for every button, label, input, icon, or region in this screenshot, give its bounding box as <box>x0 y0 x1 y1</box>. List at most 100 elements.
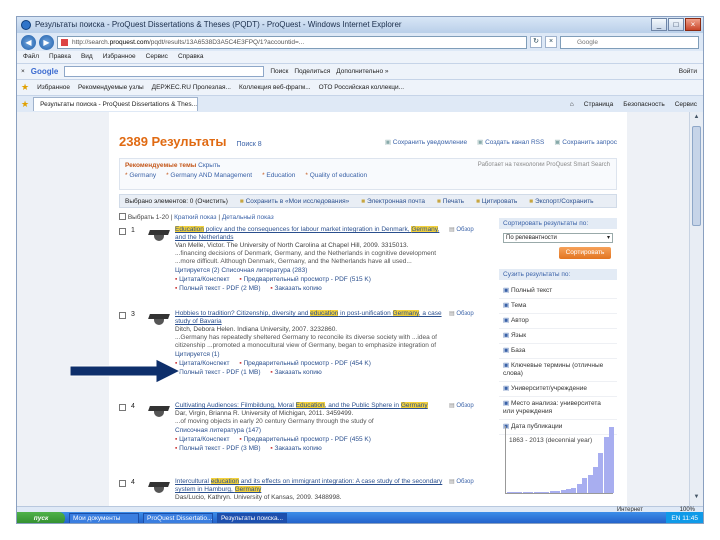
recommended-toggle[interactable]: Скрыть <box>198 162 220 169</box>
recommended-item[interactable]: Germany <box>125 172 156 179</box>
recommended-item[interactable]: Germany AND Management <box>166 172 252 179</box>
citation-link[interactable]: Цитата/Конспект <box>175 276 230 283</box>
histogram-bar[interactable] <box>582 478 588 493</box>
order-copy-link[interactable]: Заказать копию <box>270 445 321 452</box>
result-checkbox[interactable] <box>119 404 126 411</box>
histogram-bar[interactable] <box>571 487 577 493</box>
facet-language[interactable]: Язык <box>499 329 617 344</box>
page-menu[interactable]: Страница <box>584 101 613 108</box>
start-button[interactable]: пуск <box>17 512 65 523</box>
close-button[interactable]: × <box>685 18 701 31</box>
select-all-checkbox[interactable] <box>119 213 126 220</box>
histogram-bar[interactable] <box>549 491 555 493</box>
histogram-bar[interactable] <box>587 474 593 493</box>
citation-link[interactable]: Цитата/Конспект <box>175 360 230 367</box>
vertical-scrollbar[interactable]: ▲ ▼ <box>689 112 703 506</box>
histogram-bar[interactable] <box>609 427 615 493</box>
selected-count[interactable]: Выбрано элементов: 0 (Очистить) <box>125 198 228 205</box>
menu-favorites[interactable]: Избранное <box>103 51 136 63</box>
date-histogram[interactable] <box>505 426 615 494</box>
address-bar[interactable]: http://search.proquest.com/pqdt/results/… <box>57 35 527 49</box>
menu-file[interactable]: Файл <box>23 51 39 63</box>
result-title[interactable]: Intercultural education and its effects … <box>175 478 443 494</box>
citation-link[interactable]: Цитата/Конспект <box>175 436 230 443</box>
favorite-item[interactable]: ДЕРЖЕС.RU Пролезлая... <box>152 84 231 91</box>
scroll-thumb[interactable] <box>692 126 701 226</box>
result-title[interactable]: Hobbies to tradition? Citizenship, diver… <box>175 310 443 326</box>
back-button[interactable]: ◀ <box>21 34 36 50</box>
menu-tools[interactable]: Сервис <box>146 51 168 63</box>
result-cite-icon[interactable]: Обзор <box>449 310 473 317</box>
histogram-bar[interactable] <box>603 436 609 493</box>
histogram-bar[interactable] <box>522 492 528 493</box>
result-cite-icon[interactable]: Обзор <box>449 402 473 409</box>
fulltext-link[interactable]: Полный текст - PDF (1 MB) <box>175 369 261 376</box>
histogram-bar[interactable] <box>517 492 523 493</box>
google-signin-button[interactable]: Войти <box>679 68 703 75</box>
favorite-item[interactable]: Рекомендуемые узлы <box>78 84 144 91</box>
facet-database[interactable]: База <box>499 344 617 359</box>
result-title[interactable]: Education policy and the consequences fo… <box>175 226 443 242</box>
safety-menu[interactable]: Безопасность <box>623 101 664 108</box>
result-cited[interactable]: Цитируется (1) <box>175 351 443 359</box>
refresh-icon[interactable]: ↻ <box>530 36 542 48</box>
cite-button[interactable]: Цитировать <box>476 198 518 205</box>
histogram-bar[interactable] <box>560 490 566 493</box>
save-search-link[interactable]: Сохранить запрос <box>554 138 617 146</box>
fulltext-link[interactable]: Полный текст - PDF (3 MB) <box>175 445 261 452</box>
histogram-bar[interactable] <box>576 483 582 493</box>
email-button[interactable]: Электронная почта <box>361 198 425 205</box>
preview-link[interactable]: Предварительный просмотр - PDF (454 K) <box>239 360 371 367</box>
browser-tab[interactable]: Результаты поиска - ProQuest Dissertatio… <box>33 97 199 111</box>
menu-view[interactable]: Вид <box>81 51 93 63</box>
order-copy-link[interactable]: Заказать копию <box>270 369 321 376</box>
histogram-bar[interactable] <box>592 466 598 493</box>
result-checkbox[interactable] <box>119 480 126 487</box>
histogram-bar[interactable] <box>511 492 517 493</box>
recommended-item[interactable]: Education <box>262 172 295 179</box>
minimize-button[interactable]: _ <box>651 18 667 31</box>
search-input[interactable]: Google <box>560 35 699 49</box>
menu-edit[interactable]: Правка <box>49 51 71 63</box>
favorite-item[interactable]: ОТО Российская коллекци... <box>319 84 404 91</box>
save-alert-link[interactable]: Сохранить уведомление <box>385 138 467 146</box>
language-indicator[interactable]: EN <box>671 515 680 522</box>
detailed-view-link[interactable]: Детальный показ <box>222 214 274 221</box>
favorites-label[interactable]: Избранное <box>37 84 70 91</box>
sort-select[interactable]: По релевантности <box>503 233 613 243</box>
tools-menu[interactable]: Сервис <box>675 101 697 108</box>
result-checkbox[interactable] <box>119 228 126 235</box>
forward-button[interactable]: ▶ <box>39 34 54 50</box>
preview-link[interactable]: Предварительный просмотр - PDF (455 K) <box>239 436 371 443</box>
order-copy-link[interactable]: Заказать копию <box>270 285 321 292</box>
favorites-star-icon[interactable]: ★ <box>21 82 29 93</box>
google-more-button[interactable]: Дополнительно » <box>336 68 388 75</box>
print-button[interactable]: Печать <box>437 198 464 205</box>
stop-icon[interactable]: × <box>545 36 557 48</box>
scroll-up-icon[interactable]: ▲ <box>692 114 701 124</box>
select-range[interactable]: Выбрать 1-20 <box>128 214 169 221</box>
histogram-bar[interactable] <box>533 491 539 493</box>
taskbar-item-active[interactable]: Результаты поиска... <box>217 513 287 523</box>
taskbar-item[interactable]: ProQuest Dissertatio... <box>143 513 213 523</box>
save-research-button[interactable]: Сохранить в «Мои исследования» <box>240 198 350 205</box>
export-button[interactable]: Экспорт/Сохранить <box>529 198 594 205</box>
maximize-button[interactable]: □ <box>668 18 684 31</box>
result-checkbox[interactable] <box>119 312 126 319</box>
new-search-link[interactable]: Поиск 8 <box>236 141 261 148</box>
facet-fulltext[interactable]: Полный текст <box>499 284 617 299</box>
favorite-item[interactable]: Коллекция веб-фрагм... <box>239 84 311 91</box>
facet-location[interactable]: Место анализа: университета или учрежден… <box>499 397 617 420</box>
facet-keywords[interactable]: Ключевые термины (отличные слова) <box>499 359 617 382</box>
result-title[interactable]: Cultivating Audiences: Filmbildung, Mora… <box>175 402 443 410</box>
result-cite-icon[interactable]: Обзор <box>449 478 473 485</box>
close-toolbar-icon[interactable]: × <box>21 68 25 75</box>
histogram-bar[interactable] <box>538 491 544 493</box>
histogram-bar[interactable] <box>598 453 604 493</box>
rss-link[interactable]: Создать канал RSS <box>477 138 544 146</box>
menu-help[interactable]: Справка <box>178 51 204 63</box>
preview-link[interactable]: Предварительный просмотр - PDF (515 K) <box>239 276 371 283</box>
histogram-bar[interactable] <box>544 491 550 493</box>
result-cite-icon[interactable]: Обзор <box>449 226 473 233</box>
sort-button[interactable]: Сортировать <box>559 247 611 259</box>
